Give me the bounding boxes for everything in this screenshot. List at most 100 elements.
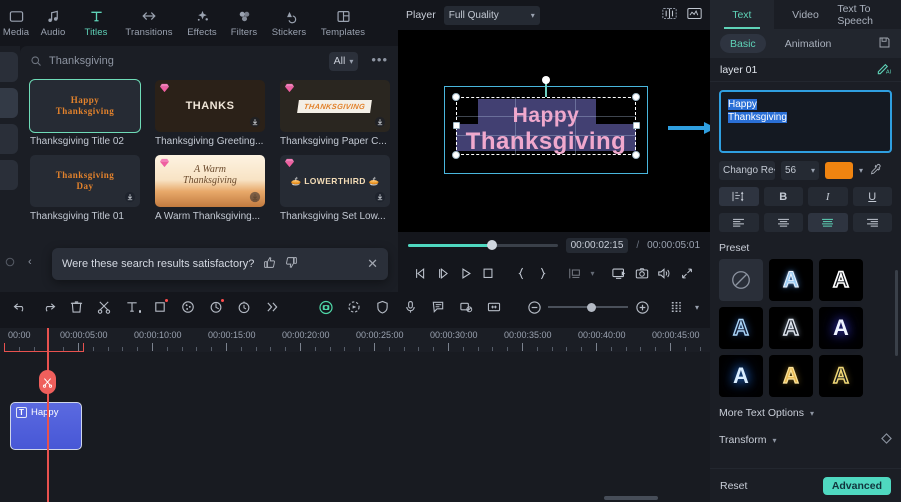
- align-left-button[interactable]: [719, 213, 759, 232]
- track-grid-icon[interactable]: [662, 293, 690, 321]
- split-button[interactable]: [90, 293, 118, 321]
- playhead-scissors-handle[interactable]: [39, 370, 56, 394]
- library-item-0[interactable]: Happy Thanksgiving Thanksgiving Title 02: [29, 79, 141, 147]
- nav-tab-transitions[interactable]: Transitions: [118, 0, 180, 46]
- keyframe-diamond-icon[interactable]: [881, 433, 892, 447]
- next-frame-button[interactable]: [432, 260, 454, 286]
- timeline-horizontal-scrollbar[interactable]: [604, 496, 658, 500]
- ai-tools-button[interactable]: [202, 293, 230, 321]
- more-options-button[interactable]: •••: [365, 52, 390, 71]
- green-screen-button[interactable]: [312, 293, 340, 321]
- handle-bottom-left[interactable]: [452, 151, 460, 159]
- align-center-button[interactable]: [763, 213, 803, 232]
- font-color-swatch[interactable]: [825, 162, 853, 179]
- font-size-dropdown[interactable]: 56 ▾: [781, 161, 819, 180]
- mark-in-button[interactable]: [509, 260, 531, 286]
- preset-none[interactable]: [719, 259, 763, 301]
- motion-tracking-button[interactable]: [340, 293, 368, 321]
- library-thumb-5[interactable]: 🥧 LOWERTHIRD 🥧: [280, 155, 390, 207]
- more-button[interactable]: [258, 293, 286, 321]
- zoom-slider[interactable]: [548, 302, 628, 312]
- handle-top-right[interactable]: [632, 93, 640, 101]
- library-thumb-3[interactable]: Thanksgiving Day: [30, 155, 140, 207]
- download-icon[interactable]: [374, 191, 386, 203]
- grid-chevron-down-icon[interactable]: ▾: [690, 293, 704, 321]
- undo-button[interactable]: [6, 293, 34, 321]
- color-button[interactable]: [174, 293, 202, 321]
- font-family-dropdown[interactable]: Chango Re ▾: [719, 161, 775, 180]
- rail-button-1[interactable]: [0, 52, 18, 82]
- rotate-handle[interactable]: [542, 76, 550, 84]
- speed-button[interactable]: [230, 293, 258, 321]
- preset-gold-outline[interactable]: A: [819, 355, 863, 397]
- library-thumb-2[interactable]: THANKSGIVING: [280, 80, 390, 132]
- text-content-textarea[interactable]: Happy Thanksgiving: [719, 90, 892, 153]
- prev-frame-button[interactable]: [410, 260, 432, 286]
- tab-text-to-speech[interactable]: Text To Speech: [837, 0, 901, 29]
- play-button[interactable]: [455, 260, 477, 286]
- mark-out-button[interactable]: [532, 260, 554, 286]
- delete-button[interactable]: [62, 293, 90, 321]
- download-icon[interactable]: [249, 116, 261, 128]
- library-thumb-1[interactable]: THANKS: [155, 80, 265, 132]
- scope-waveform-icon[interactable]: [687, 7, 702, 23]
- playback-slider[interactable]: [408, 240, 558, 250]
- library-item-4[interactable]: A Warm Thanksgiving A Warm Thanksgiving.…: [155, 155, 265, 222]
- library-thumb-0[interactable]: Happy Thanksgiving: [29, 79, 141, 133]
- export-frame-button[interactable]: [609, 260, 631, 286]
- save-preset-icon[interactable]: [878, 36, 891, 52]
- underline-button[interactable]: U: [852, 187, 892, 206]
- handle-middle-right[interactable]: [632, 122, 640, 129]
- zoom-out-icon[interactable]: [520, 293, 548, 321]
- quality-dropdown[interactable]: Full Quality ▾: [443, 5, 540, 25]
- text-selection-box[interactable]: Happy Thanksgiving: [452, 76, 640, 159]
- handle-bottom-right[interactable]: [632, 151, 640, 159]
- library-item-5[interactable]: 🥧 LOWERTHIRD 🥧 Thanksgiving Set Low...: [280, 155, 390, 222]
- italic-button[interactable]: I: [808, 187, 848, 206]
- color-chevron-down-icon[interactable]: ▾: [859, 166, 863, 175]
- timeline-body[interactable]: T Happy: [0, 352, 710, 502]
- timeline-ruler[interactable]: 00:00 00:00:05:00 00:00:10:00 00:00:15:0…: [0, 328, 710, 352]
- filter-all-dropdown[interactable]: All ▾: [328, 51, 359, 71]
- auto-captions-button[interactable]: [424, 293, 452, 321]
- nav-tab-titles[interactable]: Titles: [74, 0, 118, 46]
- rail-settings-icon[interactable]: [4, 256, 16, 268]
- preset-blue-outline[interactable]: A: [769, 259, 813, 301]
- player-stage[interactable]: Happy Thanksgiving: [398, 30, 710, 232]
- mask-button[interactable]: [368, 293, 396, 321]
- close-icon[interactable]: ✕: [367, 256, 378, 272]
- nav-tab-filters[interactable]: Filters: [224, 0, 264, 46]
- nav-tab-stickers[interactable]: Stickers: [264, 0, 314, 46]
- snapshot-button[interactable]: [631, 260, 653, 286]
- rail-button-3[interactable]: [0, 124, 18, 154]
- download-icon[interactable]: [374, 116, 386, 128]
- preset-white-outline[interactable]: A: [819, 259, 863, 301]
- thumbs-down-icon[interactable]: [285, 256, 298, 272]
- rail-button-2[interactable]: [0, 88, 18, 118]
- timeline-clip-text[interactable]: T Happy: [10, 402, 82, 450]
- redo-button[interactable]: [34, 293, 62, 321]
- collapse-panel-button[interactable]: ‹: [28, 256, 44, 272]
- download-icon[interactable]: [249, 191, 261, 203]
- handle-top-left[interactable]: [452, 93, 460, 101]
- preset-blue-soft[interactable]: A: [719, 307, 763, 349]
- search-input[interactable]: Thanksgiving: [49, 55, 322, 67]
- handle-middle-left[interactable]: [452, 122, 460, 129]
- library-item-3[interactable]: Thanksgiving Day Thanksgiving Title 01: [30, 155, 140, 222]
- zoom-slider-knob[interactable]: [586, 302, 596, 312]
- transform-row[interactable]: Transform ▾: [710, 419, 901, 447]
- nav-tab-media[interactable]: Media: [0, 0, 32, 46]
- crop-button[interactable]: [146, 293, 174, 321]
- layer-row[interactable]: layer 01 AI: [710, 58, 901, 82]
- split-view-dropdown[interactable]: ▾: [587, 260, 599, 286]
- nav-tab-effects[interactable]: Effects: [180, 0, 224, 46]
- bold-button[interactable]: B: [763, 187, 803, 206]
- preset-gold[interactable]: A: [769, 355, 813, 397]
- rail-button-4[interactable]: [0, 160, 18, 190]
- subtab-animation[interactable]: Animation: [775, 34, 842, 53]
- nav-tab-audio[interactable]: Audio: [32, 0, 74, 46]
- library-item-1[interactable]: THANKS Thanksgiving Greeting...: [155, 80, 265, 147]
- preset-indigo-glow[interactable]: A: [819, 307, 863, 349]
- preset-silver[interactable]: A: [769, 307, 813, 349]
- volume-button[interactable]: [653, 260, 675, 286]
